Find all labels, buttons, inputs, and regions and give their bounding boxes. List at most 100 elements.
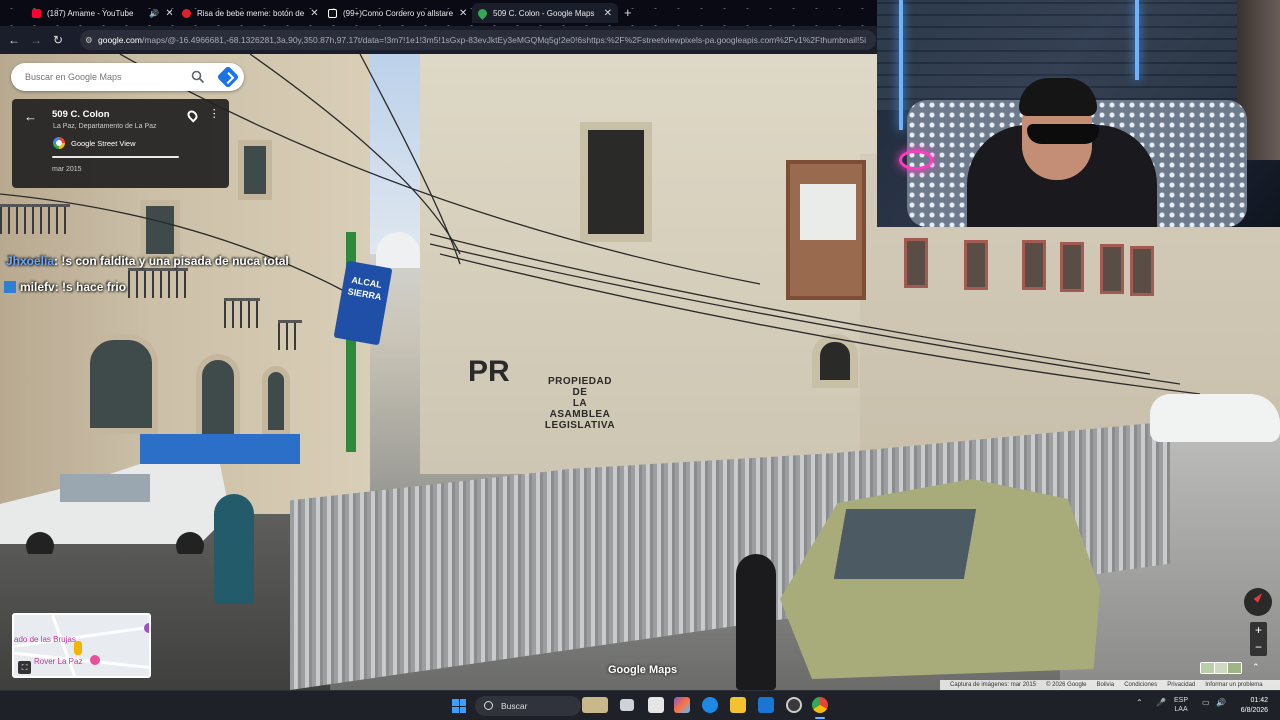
network-icon[interactable]: ▭ bbox=[1202, 698, 1210, 707]
zoom-in-button[interactable]: + bbox=[1250, 622, 1267, 639]
location-pin-icon[interactable] bbox=[185, 108, 200, 123]
tab-youtube[interactable]: (187) Amame - YouTube 🔊 ✕ bbox=[26, 3, 172, 23]
streamer-hair bbox=[1019, 78, 1097, 116]
privacy-link[interactable]: Privacidad bbox=[1167, 682, 1195, 688]
white-car bbox=[1150, 394, 1280, 442]
report-problem-link[interactable]: Informar un problema bbox=[1205, 682, 1262, 688]
app-icon[interactable] bbox=[786, 697, 802, 713]
neon-light bbox=[899, 150, 933, 170]
place-marker-icon bbox=[144, 623, 149, 633]
timeline-bar[interactable] bbox=[52, 156, 179, 158]
chat-text: : !s con faldita y una pisada de nuca to… bbox=[54, 254, 289, 268]
tab-title: Risa de bebe meme: botón de bbox=[197, 8, 305, 18]
chat-message: Jhxoelia: !s con faldita y una pisada de… bbox=[6, 254, 289, 268]
url-path: /maps/@-16.4966681,-68.1326281,3a,90y,35… bbox=[141, 35, 867, 45]
active-app-indicator bbox=[815, 717, 825, 719]
capture-date[interactable]: mar 2015 bbox=[52, 166, 82, 173]
directions-icon[interactable] bbox=[216, 65, 240, 89]
search-icon[interactable] bbox=[191, 70, 205, 84]
chrome-icon[interactable] bbox=[812, 697, 828, 713]
tab-audio-icon: 🔊 bbox=[149, 8, 160, 18]
tab-google-maps[interactable]: 509 C. Colon - Google Maps ✕ bbox=[472, 3, 618, 23]
clock[interactable]: 01:42 6/8/2026 bbox=[1234, 696, 1268, 716]
copilot-icon[interactable] bbox=[674, 697, 690, 713]
tab-title: (99+)Como Cordero yo allstare bbox=[343, 8, 454, 18]
widgets-icon[interactable] bbox=[582, 697, 608, 713]
street-view-label: Google Street View bbox=[71, 138, 136, 148]
search-input[interactable] bbox=[25, 72, 175, 82]
place-subtitle: La Paz, Departamento de La Paz bbox=[53, 123, 157, 130]
taskbar-search-label: Buscar bbox=[501, 701, 528, 711]
compass-icon[interactable] bbox=[1244, 588, 1272, 616]
back-icon[interactable]: ← bbox=[3, 33, 25, 47]
task-view-icon[interactable] bbox=[620, 699, 634, 711]
map-label: ado de las Brujas bbox=[14, 635, 76, 644]
screen: (187) Amame - YouTube 🔊 ✕ Risa de bebe m… bbox=[0, 0, 1280, 720]
country-link[interactable]: Bolivia bbox=[1097, 682, 1115, 688]
tiktok-icon bbox=[328, 8, 337, 18]
wall-lettering: PROPIEDAD DE LA ASAMBLEA LEGISLATIVA bbox=[544, 376, 616, 431]
url-host: google.com bbox=[98, 35, 142, 45]
street-view-source: Google Street View bbox=[53, 137, 135, 149]
edge-icon[interactable] bbox=[702, 697, 718, 713]
url-field[interactable]: ⚙ google.com/maps/@-16.4966681,-68.13262… bbox=[80, 30, 876, 50]
layers-thumbnail[interactable] bbox=[1200, 662, 1242, 674]
forward-icon[interactable]: → bbox=[25, 33, 47, 47]
outlook-icon[interactable] bbox=[758, 697, 774, 713]
site-info-icon[interactable]: ⚙ bbox=[85, 30, 93, 50]
tab-risa-bebe[interactable]: Risa de bebe meme: botón de ✕ bbox=[176, 3, 318, 23]
reload-icon[interactable]: ↻ bbox=[47, 33, 69, 47]
volume-icon[interactable]: 🔊 bbox=[1216, 698, 1226, 707]
chat-message: milefv: !s hace frio bbox=[4, 280, 126, 294]
back-arrow-icon[interactable]: ← bbox=[24, 109, 37, 124]
imagery-date: Captura de imágenes: mar 2015 bbox=[950, 682, 1037, 688]
map-label: Rover La Paz bbox=[34, 657, 83, 666]
close-icon[interactable]: ✕ bbox=[459, 8, 467, 19]
badge-icon bbox=[4, 281, 16, 293]
webcam-overlay bbox=[877, 0, 1280, 227]
language-indicator[interactable]: ESP LAA bbox=[1174, 696, 1188, 714]
sunglasses bbox=[1027, 124, 1099, 144]
attribution-bar: Captura de imágenes: mar 2015 © 2026 Goo… bbox=[940, 680, 1280, 690]
chevron-up-icon[interactable]: ⌃ bbox=[1252, 662, 1260, 673]
close-icon[interactable]: ✕ bbox=[165, 8, 172, 19]
pegman-icon[interactable] bbox=[74, 641, 82, 655]
address-bar-row: ← → ↻ ⚙ google.com/maps/@-16.4966681,-68… bbox=[0, 26, 880, 54]
tab-tiktok[interactable]: (99+)Como Cordero yo allstare ✕ bbox=[322, 3, 468, 23]
windows-taskbar: Buscar ⌃ 🎤 ESP LAA ▭ 🔊 01:42 6/8/2026 bbox=[0, 690, 1280, 720]
led-strip bbox=[1135, 0, 1139, 80]
minimap[interactable]: ado de las Brujas Rover La Paz ⛶ bbox=[12, 613, 151, 678]
language-code: ESP bbox=[1174, 697, 1189, 704]
zoom-out-button[interactable]: − bbox=[1250, 639, 1267, 656]
expand-icon[interactable]: ⛶ bbox=[18, 661, 31, 674]
google-maps-watermark: Google Maps bbox=[608, 664, 678, 676]
maps-search-box[interactable] bbox=[11, 63, 244, 91]
terms-link[interactable]: Condiciones bbox=[1124, 682, 1157, 688]
pedestrian bbox=[736, 554, 776, 690]
windows-start-icon[interactable] bbox=[452, 699, 466, 713]
place-title: 509 C. Colon bbox=[52, 109, 110, 120]
chat-username: milefv bbox=[20, 280, 55, 294]
microphone-icon[interactable]: 🎤 bbox=[1156, 698, 1166, 707]
chat-text: : !s hace frio bbox=[54, 280, 127, 294]
tab-title: 509 C. Colon - Google Maps bbox=[493, 8, 595, 18]
copyright: © 2026 Google bbox=[1046, 682, 1087, 688]
tab-title: (187) Amame - YouTube bbox=[47, 8, 134, 18]
date: 6/8/2026 bbox=[1240, 707, 1268, 714]
search-icon bbox=[484, 701, 493, 710]
site-icon bbox=[182, 8, 191, 18]
chevron-up-icon[interactable]: ⌃ bbox=[1136, 698, 1143, 707]
new-tab-button[interactable]: + bbox=[624, 5, 632, 20]
close-icon[interactable]: ✕ bbox=[604, 8, 612, 19]
graffiti: PR bbox=[468, 355, 510, 388]
taskbar-search[interactable]: Buscar bbox=[475, 696, 581, 716]
file-explorer-icon[interactable] bbox=[730, 697, 746, 713]
street-view-info-card: ← 509 C. Colon La Paz, Departamento de L… bbox=[12, 99, 229, 188]
pickup-truck bbox=[0, 434, 300, 554]
google-logo-icon bbox=[53, 137, 65, 149]
led-strip bbox=[899, 0, 903, 130]
close-icon[interactable]: ✕ bbox=[310, 8, 318, 19]
chat-username: Jhxoelia bbox=[6, 254, 55, 268]
more-options-icon[interactable]: ⋯ bbox=[208, 108, 221, 118]
store-icon[interactable] bbox=[648, 697, 664, 713]
